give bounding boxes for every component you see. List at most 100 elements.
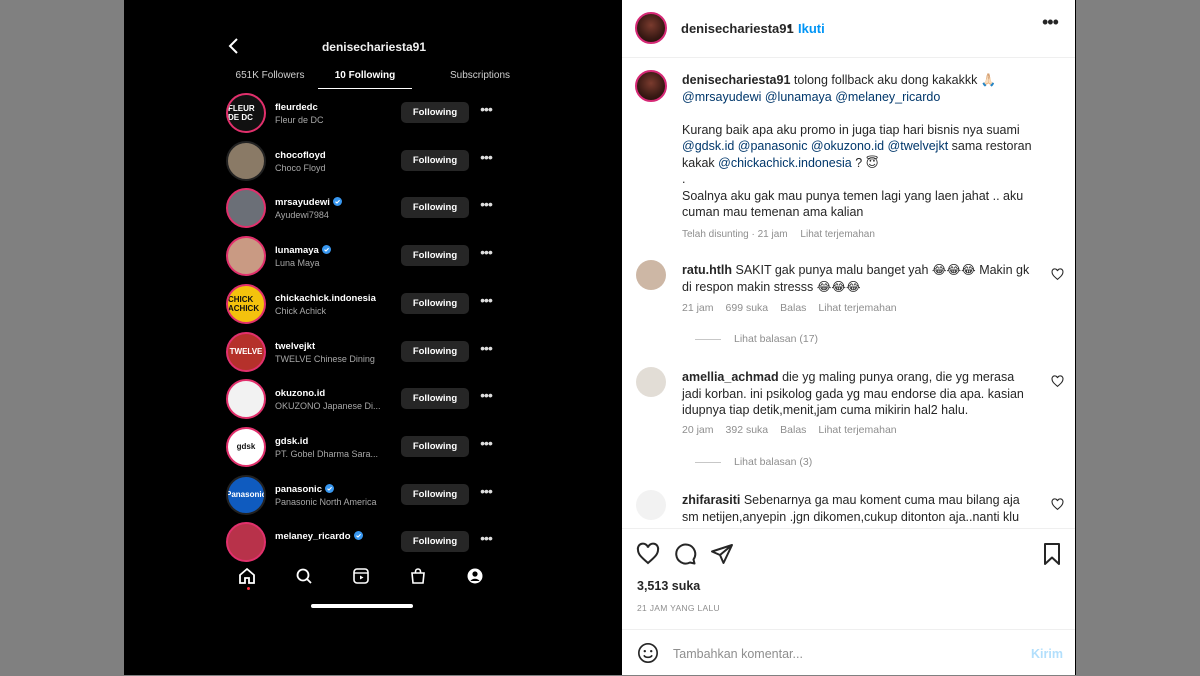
view-replies-label[interactable]: Lihat balasan (17)	[734, 333, 818, 345]
avatar[interactable]	[226, 188, 266, 229]
caption-mentions[interactable]: @gdsk.id @panasonic @okuzono.id @twelvej…	[682, 139, 948, 153]
reply-button[interactable]: Balas	[780, 424, 806, 436]
following-fullname: PT. Gobel Dharma Sara...	[275, 448, 379, 459]
following-handle[interactable]: chocofloyd	[275, 150, 326, 161]
avatar[interactable]: TWELVE	[226, 331, 266, 372]
like-comment-icon[interactable]	[1051, 498, 1064, 511]
avatar[interactable]: gdsk	[226, 426, 266, 467]
comment-author[interactable]: ratu.htlh	[682, 263, 732, 277]
following-button[interactable]: Following	[401, 483, 469, 505]
following-handle[interactable]: twelvejkt	[275, 341, 315, 352]
like-comment-icon[interactable]	[1051, 268, 1064, 281]
caption-mention[interactable]: @chickachick.indonesia	[718, 156, 852, 170]
follow-button[interactable]: Ikuti	[798, 21, 825, 36]
profile-icon[interactable]	[465, 566, 485, 586]
more-options-icon[interactable]: •••	[478, 102, 494, 121]
following-row[interactable]: lunamaya Luna Maya Following •••	[224, 233, 524, 281]
more-options-icon[interactable]: •••	[478, 150, 494, 169]
add-comment-bar: Tambahkan komentar... Kirim	[622, 629, 1075, 676]
following-row[interactable]: FLEUR DE DC fleurdedc Fleur de DC Following…	[224, 90, 524, 138]
avatar[interactable]	[226, 236, 266, 277]
search-icon[interactable]	[294, 566, 314, 586]
more-options-icon[interactable]: •••	[478, 245, 494, 264]
following-row[interactable]: melaney_ricardo Following •••	[224, 519, 524, 567]
following-button[interactable]: Following	[401, 388, 469, 410]
avatar[interactable]	[226, 379, 266, 420]
translate-link[interactable]: Lihat terjemahan	[818, 302, 896, 314]
comment-author[interactable]: amellia_achmad	[682, 370, 779, 384]
avatar[interactable]	[636, 490, 666, 520]
home-icon[interactable]	[237, 566, 257, 586]
following-button[interactable]: Following	[401, 292, 469, 314]
translate-link[interactable]: Lihat terjemahan	[800, 229, 875, 240]
following-handle[interactable]: lunamaya	[275, 245, 331, 256]
reply-button[interactable]: Balas	[780, 302, 806, 314]
avatar[interactable]	[635, 12, 667, 44]
avatar[interactable]	[636, 367, 666, 397]
more-options-icon[interactable]: •••	[478, 531, 494, 550]
caption-meta: Telah disunting · 21 jam Lihat terjemaha…	[682, 227, 1062, 244]
avatar[interactable]: CHICK ACHICK	[226, 283, 266, 324]
tab-subscriptions[interactable]: Subscriptions	[420, 70, 540, 81]
view-replies[interactable]: Lihat balasan (17)	[695, 333, 818, 345]
view-replies-label[interactable]: Lihat balasan (3)	[734, 456, 812, 468]
avatar[interactable]: Panasonic	[226, 474, 266, 515]
post-author[interactable]: denisechariesta91	[681, 21, 794, 36]
following-handle[interactable]: fleurdedc	[275, 102, 318, 113]
shop-icon[interactable]	[408, 566, 428, 586]
caption-author[interactable]: denisechariesta91	[682, 73, 790, 87]
avatar[interactable]	[636, 260, 666, 290]
like-comment-icon[interactable]	[1051, 375, 1064, 388]
avatar[interactable]	[226, 522, 266, 563]
avatar[interactable]	[226, 140, 266, 181]
following-button[interactable]: Following	[401, 197, 469, 219]
more-options-icon[interactable]: •••	[478, 197, 494, 216]
following-handle[interactable]: melaney_ricardo	[275, 531, 363, 542]
comment-icon[interactable]	[673, 542, 697, 566]
following-row[interactable]: okuzono.id OKUZONO Japanese Di... Followin…	[224, 376, 524, 424]
following-handle[interactable]: panasonic	[275, 483, 334, 495]
following-button[interactable]: Following	[401, 340, 469, 362]
following-handle[interactable]: gdsk.id	[275, 436, 308, 447]
comment-input[interactable]: Tambahkan komentar...	[673, 647, 803, 661]
following-button[interactable]: Following	[401, 149, 469, 171]
share-icon[interactable]	[710, 542, 734, 566]
following-button[interactable]: Following	[401, 102, 469, 123]
following-button[interactable]: Following	[401, 531, 469, 553]
more-options-icon[interactable]: •••	[478, 436, 494, 455]
translate-link[interactable]: Lihat terjemahan	[818, 424, 896, 436]
reels-icon[interactable]	[351, 566, 371, 586]
following-handle[interactable]: mrsayudewi	[275, 197, 342, 208]
avatar[interactable]	[635, 70, 667, 102]
following-fullname: Luna Maya	[275, 258, 320, 269]
like-count[interactable]: 3,513 suka	[637, 579, 700, 593]
more-options-icon[interactable]: •••	[478, 293, 494, 312]
more-options-icon[interactable]: •••	[478, 484, 494, 503]
emoji-icon[interactable]	[637, 642, 659, 664]
post-comment-button[interactable]: Kirim	[1031, 647, 1063, 661]
more-options-icon[interactable]: •••	[1042, 13, 1062, 38]
following-row[interactable]: Panasonic panasonic Panasonic North Americ…	[224, 472, 524, 520]
following-row[interactable]: CHICK ACHICK chickachick.indonesia Chick A…	[224, 281, 524, 329]
more-options-icon[interactable]: •••	[478, 388, 494, 407]
separator: •	[787, 20, 792, 34]
following-row[interactable]: mrsayudewi Ayudewi7984 Following •••	[224, 185, 524, 233]
following-row[interactable]: TWELVE twelvejkt TWELVE Chinese Dining Foll…	[224, 329, 524, 377]
following-button[interactable]: Following	[401, 245, 469, 267]
following-handle[interactable]: okuzono.id	[275, 388, 325, 399]
following-button[interactable]: Following	[401, 435, 469, 457]
tab-following[interactable]: 10 Following	[318, 70, 412, 81]
like-icon[interactable]	[636, 542, 660, 566]
comment-author[interactable]: zhifarasiti	[682, 493, 740, 507]
comment-likes[interactable]: 392 suka	[726, 424, 769, 436]
following-row[interactable]: gdsk gdsk.id PT. Gobel Dharma Sara... Follo…	[224, 424, 524, 472]
caption-mentions[interactable]: @mrsayudewi @lunamaya @melaney_ricardo	[682, 90, 940, 104]
following-row[interactable]: chocofloyd Choco Floyd Following •••	[224, 138, 524, 186]
comment-likes[interactable]: 699 suka	[726, 302, 769, 314]
tab-followers[interactable]: 651K Followers	[222, 70, 318, 81]
more-options-icon[interactable]: •••	[478, 341, 494, 360]
save-icon[interactable]	[1040, 542, 1064, 566]
view-replies[interactable]: Lihat balasan (3)	[695, 456, 812, 468]
following-handle[interactable]: chickachick.indonesia	[275, 293, 376, 304]
avatar[interactable]: FLEUR DE DC	[226, 93, 266, 133]
